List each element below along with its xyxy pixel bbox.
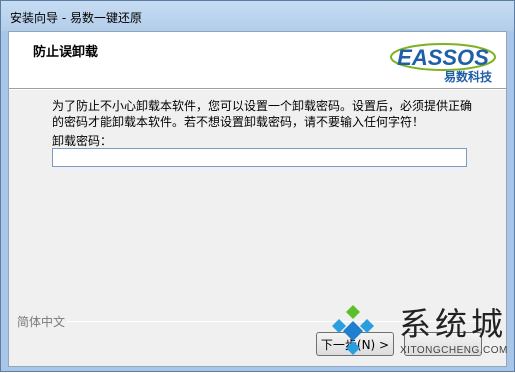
language-label: 简体中文: [17, 315, 66, 329]
description-text: 为了防止不小心卸载本软件，您可以设置一个卸载密码。设置后，必须提供正确的密码才能…: [52, 99, 473, 129]
wizard-header: 防止误卸载 EASSOS 易数科技: [9, 32, 506, 88]
page-title: 防止误卸载: [33, 45, 99, 60]
password-label: 卸载密码：: [52, 134, 113, 148]
watermark-text: 系统城: [399, 305, 508, 343]
svg-text:EASSOS: EASSOS: [397, 45, 489, 70]
uninstall-password-input[interactable]: [52, 148, 467, 167]
site-watermark: 系统城 XITONGCHENG.COM: [327, 299, 515, 373]
svg-text:易数科技: 易数科技: [444, 69, 493, 83]
installer-window: 安装向导 - 易数一键还原 防止误卸载 EASSOS 易数科技 为了防止不小心卸…: [0, 0, 515, 372]
diamond-logo-icon: [332, 305, 374, 355]
watermark-site: XITONGCHENG.COM: [400, 345, 508, 356]
eassos-logo: EASSOS 易数科技: [390, 43, 496, 83]
window-title: 安装向导 - 易数一键还原: [10, 11, 142, 25]
title-bar[interactable]: 安装向导 - 易数一键还原: [1, 1, 514, 31]
